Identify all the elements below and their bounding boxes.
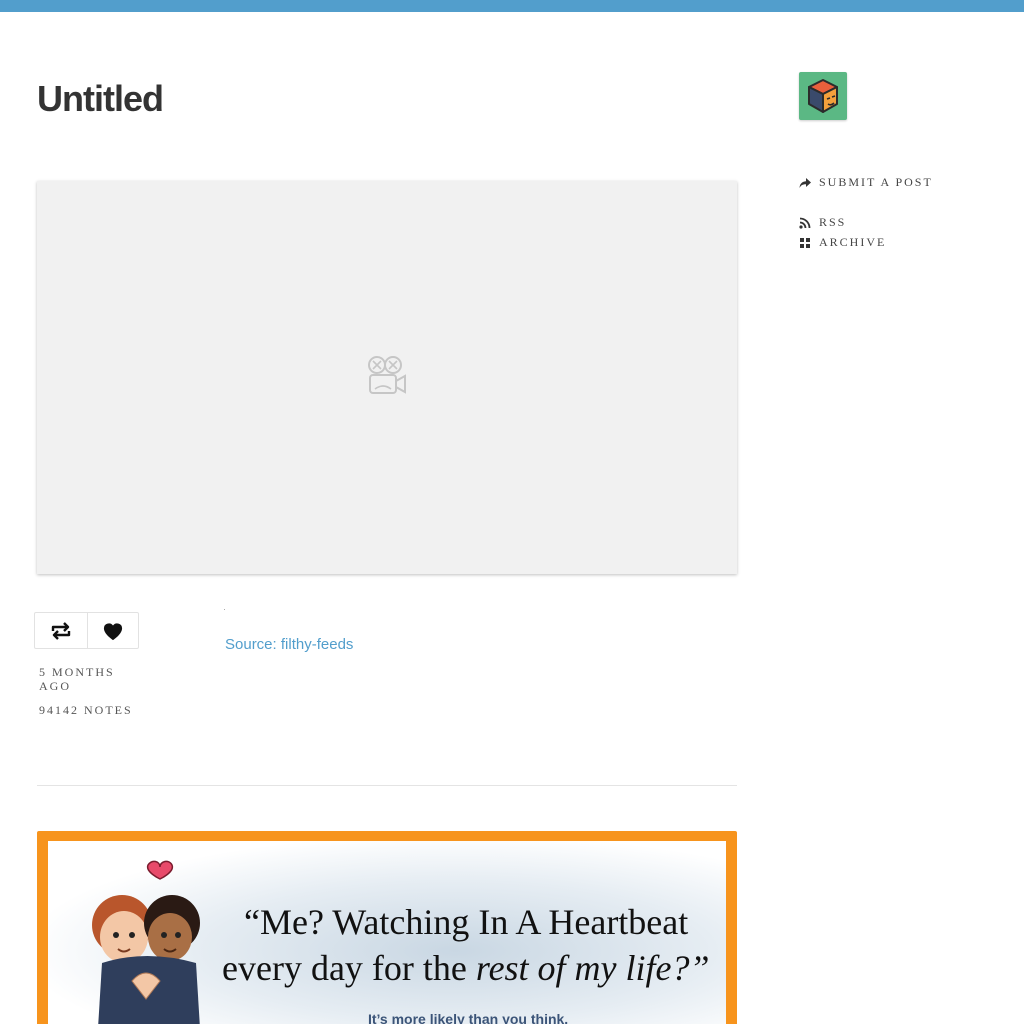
reblog-button[interactable] xyxy=(35,613,87,648)
ad-banner[interactable]: “Me? Watching In A Heartbeat every day f… xyxy=(37,831,737,1024)
rss-icon xyxy=(799,217,811,229)
archive-label: ARCHIVE xyxy=(819,235,887,249)
post-actions xyxy=(34,612,139,649)
ad-quote-line-1: “Me? Watching In A Heartbeat xyxy=(244,902,689,942)
cartoon-couple-illustration xyxy=(92,860,200,1024)
share-arrow-icon xyxy=(799,177,811,188)
cube-avatar-icon xyxy=(808,79,838,113)
ad-quote-line-2-italic: rest of my life?” xyxy=(475,948,710,988)
blog-title[interactable]: Untitled xyxy=(37,78,164,120)
top-accent-bar xyxy=(0,0,1024,12)
post-caption-dot xyxy=(224,609,225,610)
heart-icon xyxy=(103,622,122,640)
video-embed[interactable] xyxy=(37,181,737,574)
like-button[interactable] xyxy=(86,613,139,648)
ad-content: “Me? Watching In A Heartbeat every day f… xyxy=(48,841,726,1024)
source-label: Source: xyxy=(225,636,277,653)
archive-link[interactable]: ARCHIVE xyxy=(799,235,886,250)
post-date[interactable]: 5 MONTHS AGO xyxy=(39,665,139,693)
post-divider xyxy=(37,785,737,786)
submit-post-label: SUBMIT A POST xyxy=(819,175,933,189)
post-notes-count[interactable]: 94142 NOTES xyxy=(39,703,139,717)
broken-video-camera-icon xyxy=(368,356,406,394)
post-source[interactable]: Source: filthy-feeds xyxy=(225,636,353,653)
rss-label: RSS xyxy=(819,215,847,229)
reblog-icon xyxy=(51,621,70,640)
rss-link[interactable]: RSS xyxy=(799,215,846,230)
blog-avatar[interactable] xyxy=(799,72,847,120)
submit-post-link[interactable]: SUBMIT A POST xyxy=(799,175,933,190)
grid-icon xyxy=(800,237,810,248)
source-link[interactable]: filthy-feeds xyxy=(281,636,354,653)
ad-quote-line-2: every day for the rest of my life?” xyxy=(222,947,710,989)
ad-tagline: It’s more likely than you think. xyxy=(368,1011,569,1024)
ad-quote-line-2-start: every day for the xyxy=(222,948,476,988)
